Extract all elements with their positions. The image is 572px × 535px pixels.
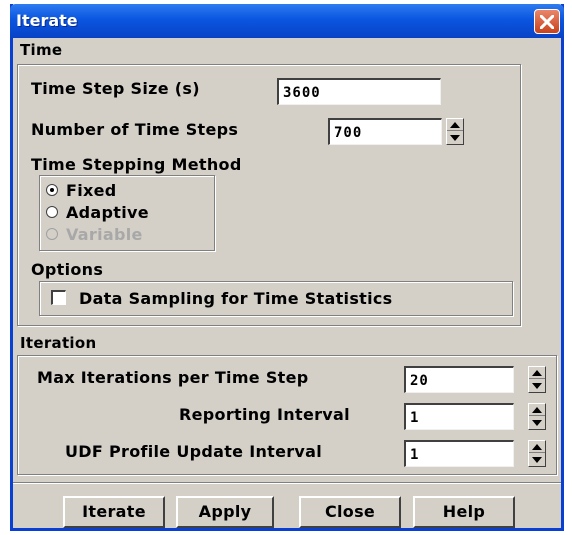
close-x-icon (540, 15, 554, 29)
title-bar[interactable]: Iterate (10, 4, 564, 38)
num-time-steps-spinner[interactable] (446, 118, 464, 145)
max-iterations-input[interactable]: 20 (404, 366, 514, 393)
arrow-down-icon (450, 135, 460, 141)
radio-button-icon (46, 205, 58, 218)
spinner-down-button[interactable] (529, 417, 545, 429)
time-step-size-label: Time Step Size (s) (31, 79, 200, 98)
time-step-size-input[interactable]: 3600 (277, 78, 441, 105)
arrow-down-icon (532, 383, 542, 389)
close-button[interactable]: Close (299, 496, 401, 528)
spinner-up-button[interactable] (447, 119, 463, 131)
spinner-up-button[interactable] (529, 404, 545, 416)
iterate-dialog: Iterate Time Time Step Size (s) 3600 Num… (10, 4, 564, 531)
spinner-up-button[interactable] (529, 441, 545, 453)
udf-update-interval-label: UDF Profile Update Interval (65, 442, 323, 461)
spinner-up-button[interactable] (529, 367, 545, 379)
arrow-down-icon (532, 420, 542, 426)
reporting-interval-label: Reporting Interval (179, 405, 350, 424)
iteration-section-label: Iteration (20, 334, 97, 352)
radio-adaptive[interactable]: Adaptive (46, 203, 149, 222)
close-window-button[interactable] (534, 9, 560, 34)
help-button[interactable]: Help (413, 496, 515, 528)
arrow-up-icon (532, 444, 542, 450)
window-title: Iterate (16, 11, 78, 30)
udf-update-interval-spinner[interactable] (528, 440, 546, 467)
spinner-down-button[interactable] (447, 132, 463, 144)
max-iterations-label: Max Iterations per Time Step (37, 368, 309, 387)
reporting-interval-spinner[interactable] (528, 403, 546, 430)
time-section-label: Time (20, 41, 63, 59)
button-separator (13, 482, 561, 484)
stepping-method-label: Time Stepping Method (31, 155, 242, 174)
spinner-down-button[interactable] (529, 380, 545, 392)
arrow-down-icon (532, 457, 542, 463)
apply-button[interactable]: Apply (176, 496, 274, 528)
radio-variable: Variable (46, 225, 143, 244)
radio-fixed[interactable]: Fixed (46, 181, 117, 200)
arrow-up-icon (450, 122, 460, 128)
arrow-up-icon (532, 407, 542, 413)
data-sampling-label[interactable]: Data Sampling for Time Statistics (79, 289, 393, 308)
iterate-button[interactable]: Iterate (63, 496, 165, 528)
max-iterations-spinner[interactable] (528, 366, 546, 393)
reporting-interval-input[interactable]: 1 (404, 403, 514, 430)
udf-update-interval-input[interactable]: 1 (404, 440, 514, 467)
options-label: Options (31, 260, 104, 279)
radio-button-icon (46, 183, 58, 196)
spinner-down-button[interactable] (529, 454, 545, 466)
arrow-up-icon (532, 370, 542, 376)
num-time-steps-input[interactable]: 700 (328, 118, 442, 145)
data-sampling-checkbox[interactable] (51, 290, 66, 305)
radio-button-icon (46, 227, 58, 240)
num-time-steps-label: Number of Time Steps (31, 120, 239, 139)
